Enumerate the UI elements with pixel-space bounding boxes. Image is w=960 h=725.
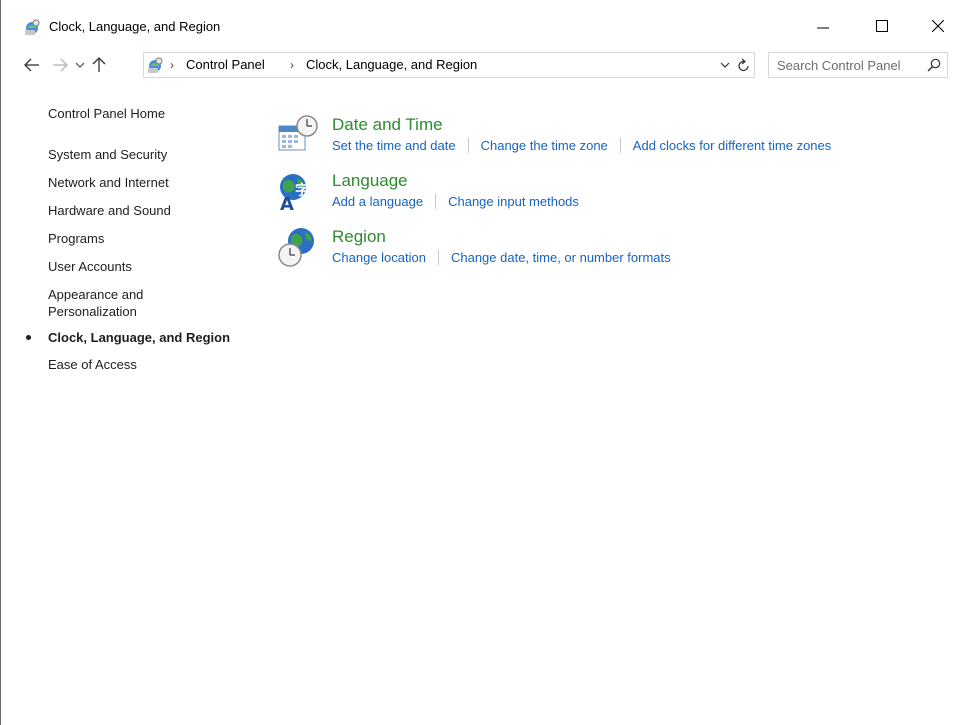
sidebar-item-clock-language-region: Clock, Language, and Region: [48, 330, 231, 345]
breadcrumb-separator[interactable]: ›: [170, 57, 174, 73]
chevron-down-icon: [720, 62, 730, 68]
date-and-time-links: Set the time and date Change the time zon…: [332, 137, 831, 154]
refresh-icon: [738, 58, 749, 72]
change-formats-link[interactable]: Change date, time, or number formats: [451, 250, 671, 265]
forward-arrow-icon: [53, 58, 68, 72]
close-icon: [932, 20, 944, 32]
search-box[interactable]: [768, 52, 948, 78]
back-button[interactable]: [21, 54, 43, 76]
sidebar-item-hardware-and-sound[interactable]: Hardware and Sound: [48, 202, 171, 219]
control-panel-icon: [146, 56, 164, 74]
address-bar[interactable]: › Control Panel › Clock, Language, and R…: [143, 52, 755, 78]
change-input-methods-link[interactable]: Change input methods: [448, 194, 579, 209]
change-time-zone-link[interactable]: Change the time zone: [481, 138, 608, 153]
link-divider: [467, 138, 469, 153]
search-input[interactable]: [777, 56, 917, 74]
change-location-link[interactable]: Change location: [332, 250, 426, 265]
sidebar-item-control-panel-home[interactable]: Control Panel Home: [48, 105, 165, 122]
date-and-time-title[interactable]: Date and Time: [332, 114, 443, 136]
sidebar-item-appearance-and-personalization[interactable]: Appearance and Personalization: [48, 286, 198, 320]
calendar-clock-icon[interactable]: [277, 114, 321, 158]
up-arrow-icon: [92, 57, 106, 72]
maximize-icon: [876, 20, 888, 32]
recent-locations-button[interactable]: [73, 54, 87, 76]
refresh-button[interactable]: [733, 52, 755, 78]
maximize-button[interactable]: [860, 10, 904, 42]
set-time-and-date-link[interactable]: Set the time and date: [332, 138, 456, 153]
title-bar: Clock, Language, and Region: [1, 0, 960, 48]
address-dropdown-button[interactable]: [715, 52, 735, 78]
region-title[interactable]: Region: [332, 226, 386, 248]
breadcrumb-clock-language-region[interactable]: Clock, Language, and Region: [306, 57, 477, 73]
sidebar-item-programs[interactable]: Programs: [48, 230, 104, 247]
language-title[interactable]: Language: [332, 170, 408, 192]
window-title: Clock, Language, and Region: [49, 19, 221, 34]
globe-clock-icon[interactable]: [277, 226, 321, 270]
region-links: Change location Change date, time, or num…: [332, 249, 671, 266]
link-divider: [437, 250, 439, 265]
breadcrumb-control-panel[interactable]: Control Panel: [186, 57, 265, 73]
close-button[interactable]: [916, 10, 960, 42]
sidebar-item-user-accounts[interactable]: User Accounts: [48, 258, 132, 275]
search-icon[interactable]: [927, 58, 941, 72]
add-a-language-link[interactable]: Add a language: [332, 194, 423, 209]
control-panel-icon: [23, 18, 41, 36]
forward-button[interactable]: [49, 54, 71, 76]
sidebar-item-network-and-internet[interactable]: Network and Internet: [48, 174, 169, 191]
link-divider: [619, 138, 621, 153]
link-divider: [435, 194, 437, 209]
language-globe-icon[interactable]: A 字: [277, 170, 321, 215]
sidebar-item-ease-of-access[interactable]: Ease of Access: [48, 356, 137, 373]
navigation-bar: › Control Panel › Clock, Language, and R…: [1, 48, 960, 82]
control-panel-window: Clock, Language, and Region › Control Pa…: [0, 0, 960, 725]
sidebar-item-system-and-security[interactable]: System and Security: [48, 146, 167, 163]
language-links: Add a language Change input methods: [332, 193, 579, 210]
breadcrumb-separator[interactable]: ›: [290, 57, 294, 73]
svg-text:字: 字: [295, 182, 309, 199]
up-button[interactable]: [89, 54, 109, 76]
svg-text:A: A: [280, 194, 294, 214]
chevron-down-icon: [75, 62, 85, 68]
minimize-button[interactable]: [801, 10, 845, 42]
current-item-bullet: [26, 335, 31, 340]
add-clocks-link[interactable]: Add clocks for different time zones: [633, 138, 831, 153]
minimize-icon: [817, 27, 829, 29]
back-arrow-icon: [24, 58, 39, 72]
